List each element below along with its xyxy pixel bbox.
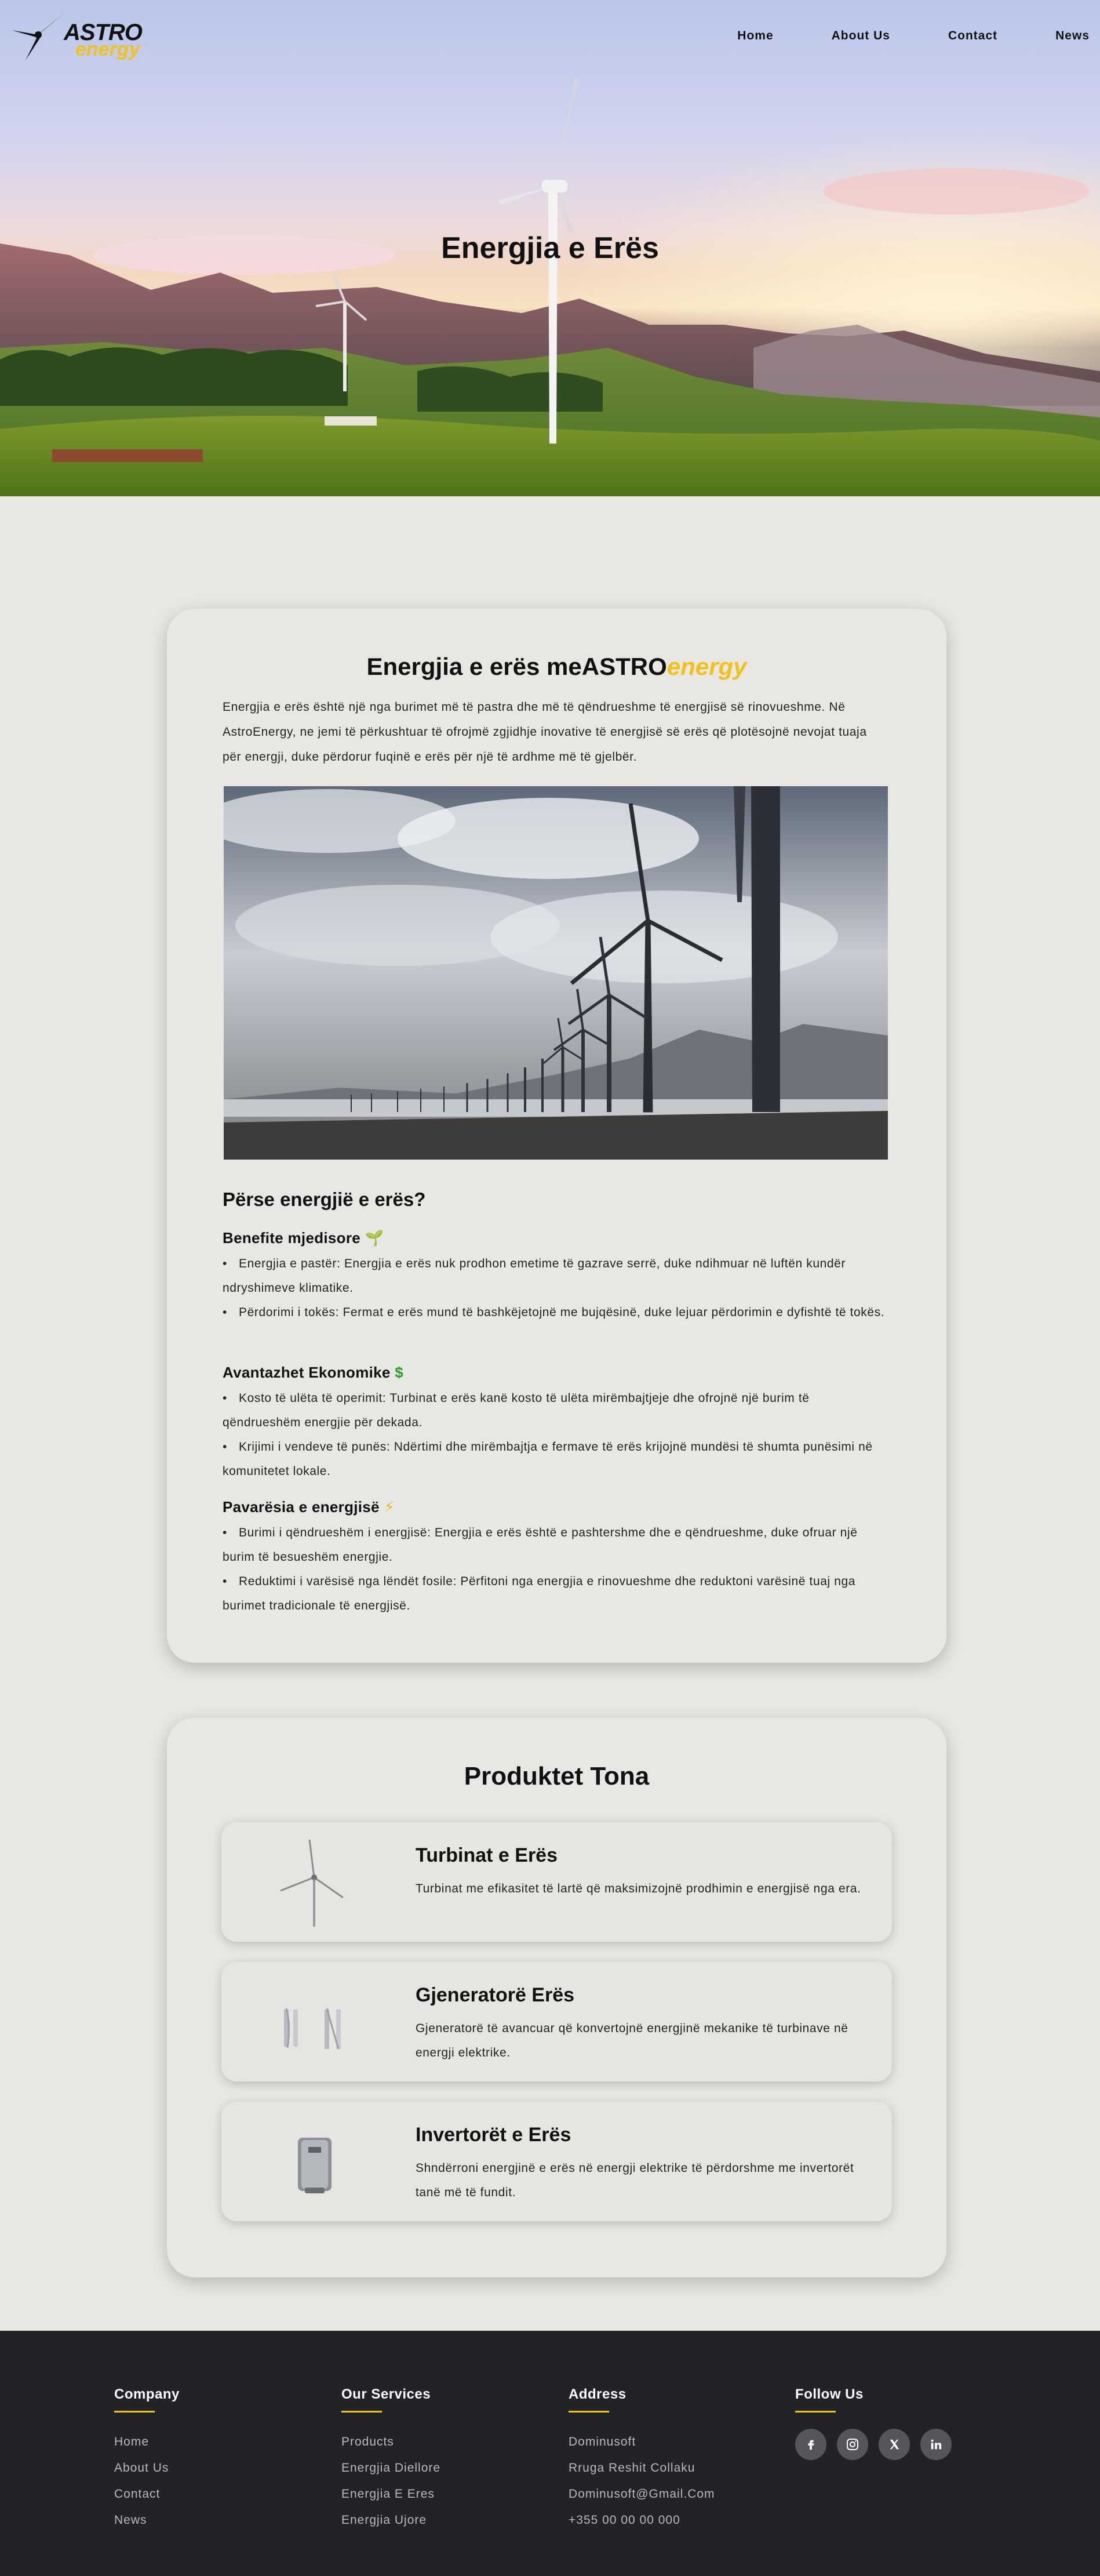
lightning-icon: ⚡ <box>384 1498 395 1516</box>
footer-heading-underline <box>114 2411 155 2412</box>
product-description: Gjeneratorë të avancuar që konvertojnë e… <box>416 2022 848 2059</box>
footer-heading-underline <box>795 2411 836 2412</box>
bullet-list: • Kosto të ulëta të operimit: Turbinat e … <box>223 1386 889 1484</box>
wind-farm-photo <box>224 786 888 1160</box>
address-company: Dominusoft <box>569 2435 636 2448</box>
social-links <box>795 2429 952 2460</box>
benefits-environment-section: Benefite mjedisore 🌱 • Energjia e pastër:… <box>223 1229 889 1325</box>
info-title: Energjia e erës meASTROenergy <box>167 653 946 681</box>
linkedin-icon[interactable] <box>920 2429 952 2460</box>
product-name: Turbinat e Erës <box>416 1844 558 1866</box>
footer-heading: Follow Us <box>795 2386 864 2402</box>
section-heading: Pavarësia e energjisë ⚡ <box>223 1498 889 1516</box>
nav-link-home[interactable]: Home <box>737 29 773 43</box>
footer-heading: Company <box>114 2386 180 2402</box>
address-email: Dominusoft@Gmail.Com <box>569 2487 715 2501</box>
footer-link-solar[interactable]: Energjia Diellore <box>341 2455 440 2481</box>
section-heading: Avantazhet Ekonomike $ <box>223 1364 889 1382</box>
footer-link-products[interactable]: Products <box>341 2429 440 2455</box>
nav-link-about[interactable]: About Us <box>832 29 890 43</box>
product-card-wind-generator[interactable]: Gjeneratorë Erës Gjeneratorë të avancuar… <box>221 1962 892 2081</box>
product-description: Turbinat me efikasitet të lartë që maksi… <box>416 1882 861 1895</box>
footer-company-column: Company Home About Us Contact News <box>114 2386 180 2533</box>
products-title: Produktet Tona <box>464 1762 650 1790</box>
list-item: • Burimi i qëndrueshëm i energjisë: Energ… <box>223 1526 858 1564</box>
turbine-logo-icon <box>12 12 66 60</box>
footer-link-hydro[interactable]: Energjia Ujore <box>341 2507 440 2533</box>
product-description: Shndërroni energjinë e erës në energji e… <box>416 2161 854 2199</box>
seedling-icon: 🌱 <box>365 1229 384 1247</box>
product-card-wind-turbine[interactable]: Turbinat e Erës Turbinat me efikasitet t… <box>221 1822 892 1942</box>
list-item: • Kosto të ulëta të operimit: Turbinat e … <box>223 1391 810 1429</box>
nav-link-news[interactable]: News <box>1055 29 1090 43</box>
address-phone: +355 00 00 00 000 <box>569 2513 680 2527</box>
list-item-text: Krijimi i vendeve të punës: Ndërtimi dhe… <box>223 1440 873 1478</box>
footer-heading: Address <box>569 2386 627 2402</box>
list-item-text: Reduktimi i varësisë nga lëndët fosile: … <box>223 1575 856 1612</box>
footer-link-contact[interactable]: Contact <box>114 2481 180 2507</box>
x-icon[interactable] <box>879 2429 910 2460</box>
list-item: • Krijimi i vendeve të punës: Ndërtimi dh… <box>223 1440 873 1478</box>
why-heading: Përse energjië e erës? <box>223 1189 426 1210</box>
products-card: Produktet Tona Turbinat e Erës Turbinat … <box>167 1718 946 2277</box>
wind-info-card: Energjia e erës meASTROenergy Energjia e… <box>167 609 946 1663</box>
section-heading: Benefite mjedisore 🌱 <box>223 1229 889 1247</box>
economic-advantages-section: Avantazhet Ekonomike $ • Kosto të ulëta t… <box>223 1364 889 1484</box>
product-card-wind-inverter[interactable]: Invertorët e Erës Shndërroni energjinë e… <box>221 2102 892 2221</box>
section-heading-text: Avantazhet Ekonomike <box>223 1364 391 1381</box>
address-street: Rruga Reshit Collaku <box>569 2461 695 2475</box>
footer-link-news[interactable]: News <box>114 2507 180 2533</box>
footer-link-wind[interactable]: Energjia E Eres <box>341 2481 440 2507</box>
main-nav: Home About Us Contact News <box>679 29 1090 43</box>
hero-banner: ASTRO energy Home About Us Contact News … <box>0 0 1100 496</box>
footer-link-home[interactable]: Home <box>114 2429 180 2455</box>
dollar-icon: $ <box>395 1364 403 1381</box>
info-title-prefix: Energjia e erës me <box>366 653 582 680</box>
bullet-list: • Energjia e pastër: Energjia e erës nuk … <box>223 1252 889 1325</box>
logo-sub-text: energy <box>75 38 140 60</box>
astro-energy-logo[interactable]: ASTRO energy <box>10 9 143 61</box>
section-heading-text: Pavarësia e energjisë <box>223 1498 380 1516</box>
hero-title: Energjia e Erës <box>441 231 659 265</box>
energy-independence-section: Pavarësia e energjisë ⚡ • Burimi i qëndru… <box>223 1498 889 1618</box>
list-item: • Energjia e pastër: Energjia e erës nuk … <box>223 1257 846 1295</box>
wind-generator-product-image <box>284 2008 341 2050</box>
instagram-icon[interactable] <box>837 2429 868 2460</box>
list-item-text: Energjia e pastër: Energjia e erës nuk p… <box>223 1257 846 1295</box>
bullet-list: • Burimi i qëndrueshëm i energjisë: Energ… <box>223 1521 889 1618</box>
list-item-text: Kosto të ulëta të operimit: Turbinat e e… <box>223 1391 810 1429</box>
info-title-accent: energy <box>666 653 747 680</box>
footer-heading-underline <box>341 2411 382 2412</box>
footer-address-column: Address Dominusoft Rruga Reshit Collaku … <box>569 2386 715 2533</box>
list-item: • Përdorimi i tokës: Fermat e erës mund t… <box>223 1306 885 1319</box>
product-name: Invertorët e Erës <box>416 2124 571 2146</box>
facebook-icon[interactable] <box>795 2429 826 2460</box>
footer-link-about[interactable]: About Us <box>114 2455 180 2481</box>
footer-follow-column: Follow Us <box>795 2386 952 2460</box>
wind-inverter-product-image <box>298 2138 332 2193</box>
list-item-text: Përdorimi i tokës: Fermat e erës mund të… <box>239 1306 885 1319</box>
list-item: • Reduktimi i varësisë nga lëndët fosile:… <box>223 1575 856 1612</box>
footer-heading: Our Services <box>341 2386 431 2402</box>
section-heading-text: Benefite mjedisore <box>223 1229 361 1247</box>
info-title-brand: ASTRO <box>581 653 667 680</box>
wind-turbine-product-image <box>280 1839 344 1927</box>
nav-link-contact[interactable]: Contact <box>948 29 997 43</box>
footer-heading-underline <box>569 2411 609 2412</box>
product-name: Gjeneratorë Erës <box>416 1984 575 2006</box>
footer-services-column: Our Services Products Energjia Diellore … <box>341 2386 440 2533</box>
site-footer: Company Home About Us Contact News Our S… <box>0 2331 1100 2576</box>
list-item-text: Burimi i qëndrueshëm i energjisë: Energj… <box>223 1526 858 1564</box>
intro-paragraph: Energjia e erës është një nga burimet më… <box>223 700 867 764</box>
